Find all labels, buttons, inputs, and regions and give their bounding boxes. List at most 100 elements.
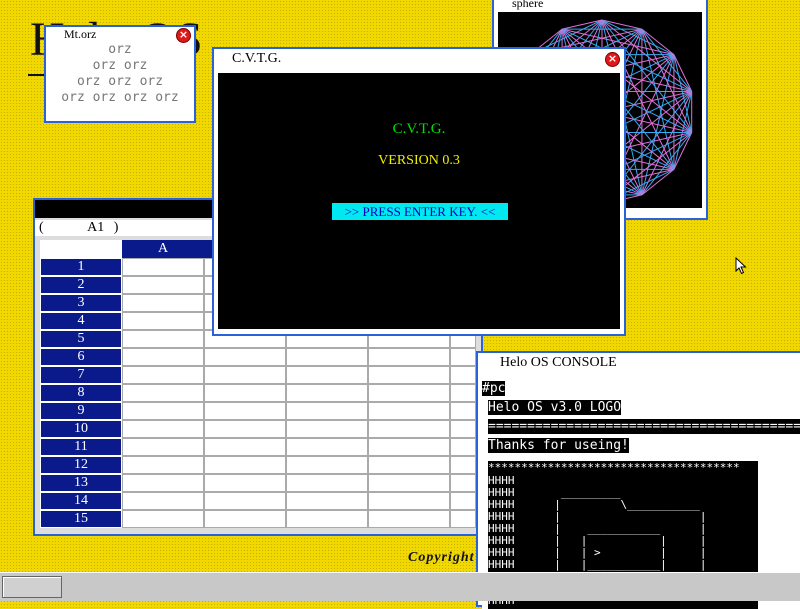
table-cell[interactable] <box>286 402 368 420</box>
row-header[interactable]: 6 <box>40 348 122 366</box>
table-cell[interactable] <box>368 474 450 492</box>
row-header[interactable]: 8 <box>40 384 122 402</box>
column-header-a[interactable]: A <box>122 240 204 258</box>
table-cell[interactable] <box>286 492 368 510</box>
row-header[interactable]: 3 <box>40 294 122 312</box>
game-window-title: C.V.T.G. <box>232 51 282 66</box>
row-header[interactable]: 11 <box>40 438 122 456</box>
table-cell[interactable] <box>204 474 286 492</box>
table-cell[interactable] <box>450 366 476 384</box>
game-screen[interactable]: C.V.T.G. VERSION 0.3 >> PRESS ENTER KEY.… <box>218 73 620 329</box>
table-cell[interactable] <box>286 384 368 402</box>
table-cell[interactable] <box>450 402 476 420</box>
corner-cell <box>40 240 122 258</box>
row-header[interactable]: 9 <box>40 402 122 420</box>
row-header[interactable]: 5 <box>40 330 122 348</box>
table-cell[interactable] <box>204 492 286 510</box>
table-cell[interactable] <box>368 420 450 438</box>
table-cell[interactable] <box>286 420 368 438</box>
table-cell[interactable] <box>286 348 368 366</box>
table-cell[interactable] <box>368 366 450 384</box>
table-cell[interactable] <box>122 456 204 474</box>
table-cell[interactable] <box>368 456 450 474</box>
table-cell[interactable] <box>450 492 476 510</box>
game-window[interactable]: C.V.T.G. × C.V.T.G. VERSION 0.3 >> PRESS… <box>212 47 626 336</box>
cell-ref-open: ( <box>39 220 44 235</box>
table-cell[interactable] <box>368 492 450 510</box>
table-cell[interactable] <box>450 420 476 438</box>
note-line: orz <box>108 42 132 57</box>
table-cell[interactable] <box>122 510 204 528</box>
table-cell[interactable] <box>122 366 204 384</box>
table-cell[interactable] <box>368 438 450 456</box>
table-cell[interactable] <box>450 474 476 492</box>
table-cell[interactable] <box>368 510 450 528</box>
table-cell[interactable] <box>204 510 286 528</box>
table-cell[interactable] <box>204 456 286 474</box>
table-cell[interactable] <box>450 510 476 528</box>
note-window-body: orz orz orz orz orz orz orz orz orz orz <box>46 41 194 106</box>
press-enter-prompt[interactable]: >> PRESS ENTER KEY. << <box>332 203 508 220</box>
row-header[interactable]: 15 <box>40 510 122 528</box>
table-cell[interactable] <box>122 474 204 492</box>
table-cell[interactable] <box>122 492 204 510</box>
cell-ref-close: ) <box>113 220 119 235</box>
table-cell[interactable] <box>204 348 286 366</box>
row-header[interactable]: 12 <box>40 456 122 474</box>
table-cell[interactable] <box>368 402 450 420</box>
row-header[interactable]: 1 <box>40 258 122 276</box>
console-prompt: #pc <box>482 381 506 396</box>
table-cell[interactable] <box>122 384 204 402</box>
table-cell[interactable] <box>368 384 450 402</box>
table-cell[interactable] <box>122 276 204 294</box>
row-header[interactable]: 13 <box>40 474 122 492</box>
row-header[interactable]: 2 <box>40 276 122 294</box>
table-cell[interactable] <box>286 474 368 492</box>
taskbar <box>0 572 800 601</box>
close-icon[interactable]: × <box>176 28 191 43</box>
row-header[interactable]: 14 <box>40 492 122 510</box>
table-cell[interactable] <box>204 438 286 456</box>
table-cell[interactable] <box>122 348 204 366</box>
console-line: Thanks for useing! <box>488 438 629 453</box>
console-titlebar[interactable]: Helo OS CONSOLE <box>478 353 800 373</box>
table-cell[interactable] <box>450 438 476 456</box>
note-window-titlebar[interactable]: Mt.orz × <box>46 27 194 43</box>
table-cell[interactable] <box>286 438 368 456</box>
table-cell[interactable] <box>122 330 204 348</box>
start-button[interactable] <box>2 576 62 598</box>
table-cell[interactable] <box>122 402 204 420</box>
console-line: Helo OS v3.0 LOGO <box>488 400 622 415</box>
close-icon[interactable]: × <box>605 52 620 67</box>
table-cell[interactable] <box>450 384 476 402</box>
table-cell[interactable] <box>368 348 450 366</box>
table-cell[interactable] <box>286 510 368 528</box>
table-cell[interactable] <box>204 384 286 402</box>
sphere-edge <box>641 28 693 133</box>
table-cell[interactable] <box>450 456 476 474</box>
table-cell[interactable] <box>286 456 368 474</box>
cell-ref[interactable]: A1 <box>47 220 104 235</box>
console-window[interactable]: Helo OS CONSOLE #pc Helo OS v3.0 LOGO ==… <box>476 351 800 609</box>
table-cell[interactable] <box>122 258 204 276</box>
game-window-titlebar[interactable]: C.V.T.G. × <box>214 49 624 69</box>
note-window[interactable]: Mt.orz × orz orz orz orz orz orz orz orz… <box>44 25 196 123</box>
row-header[interactable]: 10 <box>40 420 122 438</box>
table-cell[interactable] <box>122 312 204 330</box>
table-cell[interactable] <box>204 402 286 420</box>
mouse-cursor-icon <box>735 257 747 275</box>
console-separator: ========================================… <box>488 419 800 434</box>
note-line: orz orz orz <box>76 74 164 89</box>
game-version: VERSION 0.3 <box>378 153 460 168</box>
table-cell[interactable] <box>204 366 286 384</box>
table-cell[interactable] <box>204 420 286 438</box>
console-art-top: ************************************** <box>488 461 758 475</box>
table-cell[interactable] <box>286 366 368 384</box>
table-cell[interactable] <box>122 438 204 456</box>
table-cell[interactable] <box>450 348 476 366</box>
table-cell[interactable] <box>122 294 204 312</box>
table-cell[interactable] <box>122 420 204 438</box>
sphere-window-titlebar[interactable]: sphere <box>494 0 706 10</box>
row-header[interactable]: 4 <box>40 312 122 330</box>
row-header[interactable]: 7 <box>40 366 122 384</box>
